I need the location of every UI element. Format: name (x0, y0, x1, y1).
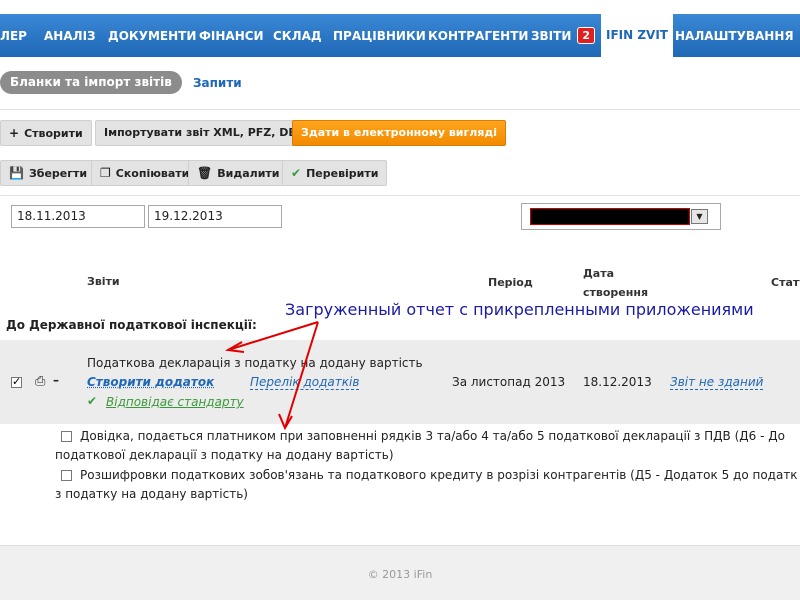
floppy-icon: 💾 (9, 166, 24, 180)
save-button[interactable]: 💾 Зберегти (0, 160, 97, 186)
annotation-text: Загруженный отчет с прикрепленными прило… (285, 300, 754, 319)
subrow-title-cont: з податку на додану вартість) (55, 487, 248, 501)
nav-item-contractors[interactable]: КОНТРАГЕНТИ (428, 14, 528, 57)
date-to-input[interactable]: 19.12.2013 (148, 205, 282, 228)
nav-item-ler[interactable]: ЛЕР (0, 14, 27, 57)
checkmark-icon: ✔ (291, 166, 302, 180)
plus-icon: + (9, 126, 20, 140)
import-button[interactable]: Імпортувати звіт XML, PFZ, DBF (95, 120, 314, 146)
submit-electronic-button[interactable]: Здати в електронному вигляді (292, 120, 507, 146)
footer: © 2013 iFin (0, 545, 800, 600)
nav-item-documents[interactable]: ДОКУМЕНТИ (108, 14, 196, 57)
nav-item-ifin-zvit[interactable]: IFIN ZVIT (601, 13, 673, 58)
trash-icon: 🗑 (197, 166, 213, 180)
nav-item-employees[interactable]: ПРАЦІВНИКИ (333, 14, 426, 57)
create-button[interactable]: + Створити (0, 120, 92, 146)
addon-list-link[interactable]: Перелік додатків (250, 375, 360, 390)
row-checkbox[interactable] (11, 375, 22, 388)
report-created-date: 18.12.2013 (583, 375, 652, 389)
divider (0, 195, 800, 196)
section-tax-inspection: До Державної податкової інспекції: (6, 318, 257, 332)
create-button-label: Створити (24, 127, 83, 140)
header-period: Період (488, 276, 533, 289)
delete-button-label: Видалити (217, 167, 280, 180)
report-status-link[interactable]: Звіт не зданий (670, 375, 764, 390)
nav-item-finance[interactable]: ФІНАНСИ (199, 14, 264, 57)
nav-item-analysis[interactable]: АНАЛІЗ (44, 14, 96, 57)
copy-icon: ❐ (100, 166, 111, 180)
delete-button[interactable]: 🗑 Видалити (188, 160, 289, 186)
subrow-title-cont: податкової декларації з податку на додан… (55, 448, 394, 462)
dropdown-arrow-icon[interactable]: ▼ (691, 209, 708, 224)
create-addon-link[interactable]: Створити додаток (87, 375, 214, 389)
top-nav: ЛЕР АНАЛІЗ ДОКУМЕНТИ ФІНАНСИ СКЛАД ПРАЦІ… (0, 13, 800, 58)
subrow-title: Розшифровки податкових зобов'язань та по… (80, 468, 798, 482)
standard-status: Відповідає стандарту (106, 395, 244, 409)
copyright: © 2013 iFin (367, 568, 433, 581)
subtab-forms-import[interactable]: Бланки та імпорт звітів (0, 71, 182, 94)
collapse-icon[interactable]: – (53, 373, 59, 387)
reports-count-badge: 2 (577, 27, 596, 44)
nav-item-reports[interactable]: ЗВІТИ 2 (531, 14, 596, 57)
header-status: Стату (771, 276, 800, 289)
checkmark-icon: ✔ (87, 394, 98, 408)
report-period: За листопад 2013 (452, 375, 566, 389)
subtab-requests[interactable]: Запити (193, 76, 242, 90)
copy-button-label: Скопіювати (115, 167, 190, 180)
subrow-checkbox[interactable] (61, 431, 72, 442)
nav-item-reports-label: ЗВІТИ (531, 29, 572, 43)
date-from-input[interactable]: 18.11.2013 (11, 205, 145, 228)
nav-item-warehouse[interactable]: СКЛАД (273, 14, 322, 57)
divider (0, 109, 800, 110)
check-button[interactable]: ✔ Перевірити (282, 160, 388, 186)
redacted-value (530, 208, 690, 225)
header-date-1: Дата (583, 267, 615, 280)
header-date-2: створення (583, 286, 649, 299)
report-title[interactable]: Податкова декларація з податку на додану… (87, 356, 423, 370)
print-icon[interactable]: ⎙ (35, 374, 45, 389)
subrow-checkbox[interactable] (61, 470, 72, 481)
save-button-label: Зберегти (28, 167, 88, 180)
copy-button[interactable]: ❐ Скопіювати (91, 160, 199, 186)
header-reports: Звіти (87, 275, 120, 288)
check-button-label: Перевірити (306, 167, 379, 180)
nav-item-settings[interactable]: НАЛАШТУВАННЯ (675, 14, 794, 57)
subrow-title: Довідка, подається платником при заповне… (80, 429, 785, 443)
